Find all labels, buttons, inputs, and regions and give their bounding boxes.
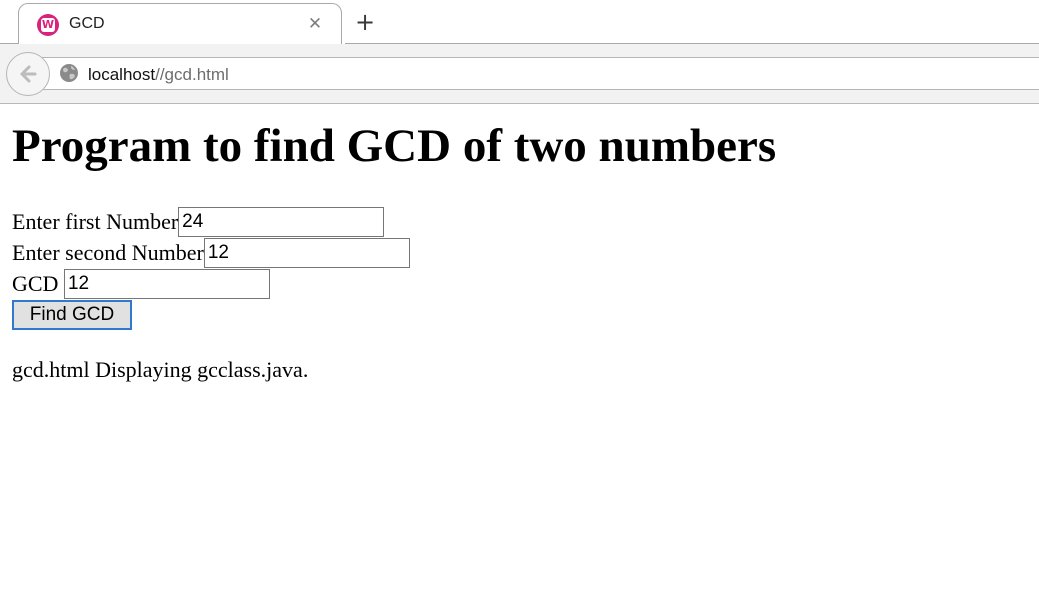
first-number-input[interactable] — [178, 207, 385, 237]
find-gcd-button[interactable]: Find GCD — [12, 300, 132, 330]
tab-gcd[interactable]: W GCD ✕ — [18, 3, 342, 44]
gcd-result-input[interactable] — [63, 269, 270, 299]
url-host: localhost — [88, 65, 156, 84]
second-number-input[interactable] — [203, 238, 410, 268]
first-number-row: Enter first Number — [12, 207, 385, 237]
wampserver-favicon-icon: W — [37, 14, 59, 36]
gcd-result-row: GCD — [12, 269, 270, 299]
back-arrow-icon — [20, 65, 37, 83]
second-number-label: Enter second Number — [12, 240, 204, 265]
new-tab-button[interactable]: + — [352, 9, 378, 35]
browser-window: W GCD ✕ + localhost//gcd.html Program to… — [0, 0, 1039, 616]
url-path: //gcd.html — [155, 65, 229, 84]
page-title: Program to find GCD of two numbers — [12, 120, 777, 172]
url-text[interactable]: localhost//gcd.html — [88, 65, 229, 85]
tab-strip: W GCD ✕ + — [0, 0, 1039, 46]
close-tab-icon[interactable]: ✕ — [305, 13, 325, 35]
second-number-row: Enter second Number — [12, 238, 410, 268]
first-number-label: Enter first Number — [12, 209, 179, 234]
navigation-bar: localhost//gcd.html — [0, 44, 1039, 104]
back-button[interactable] — [6, 52, 50, 96]
status-message: gcd.html Displaying gcclass.java. — [12, 357, 309, 382]
globe-icon[interactable] — [59, 63, 79, 83]
gcd-result-label: GCD — [12, 271, 64, 296]
tab-title: GCD — [69, 15, 105, 32]
page-content: Program to find GCD of two numbers Enter… — [0, 105, 1039, 616]
